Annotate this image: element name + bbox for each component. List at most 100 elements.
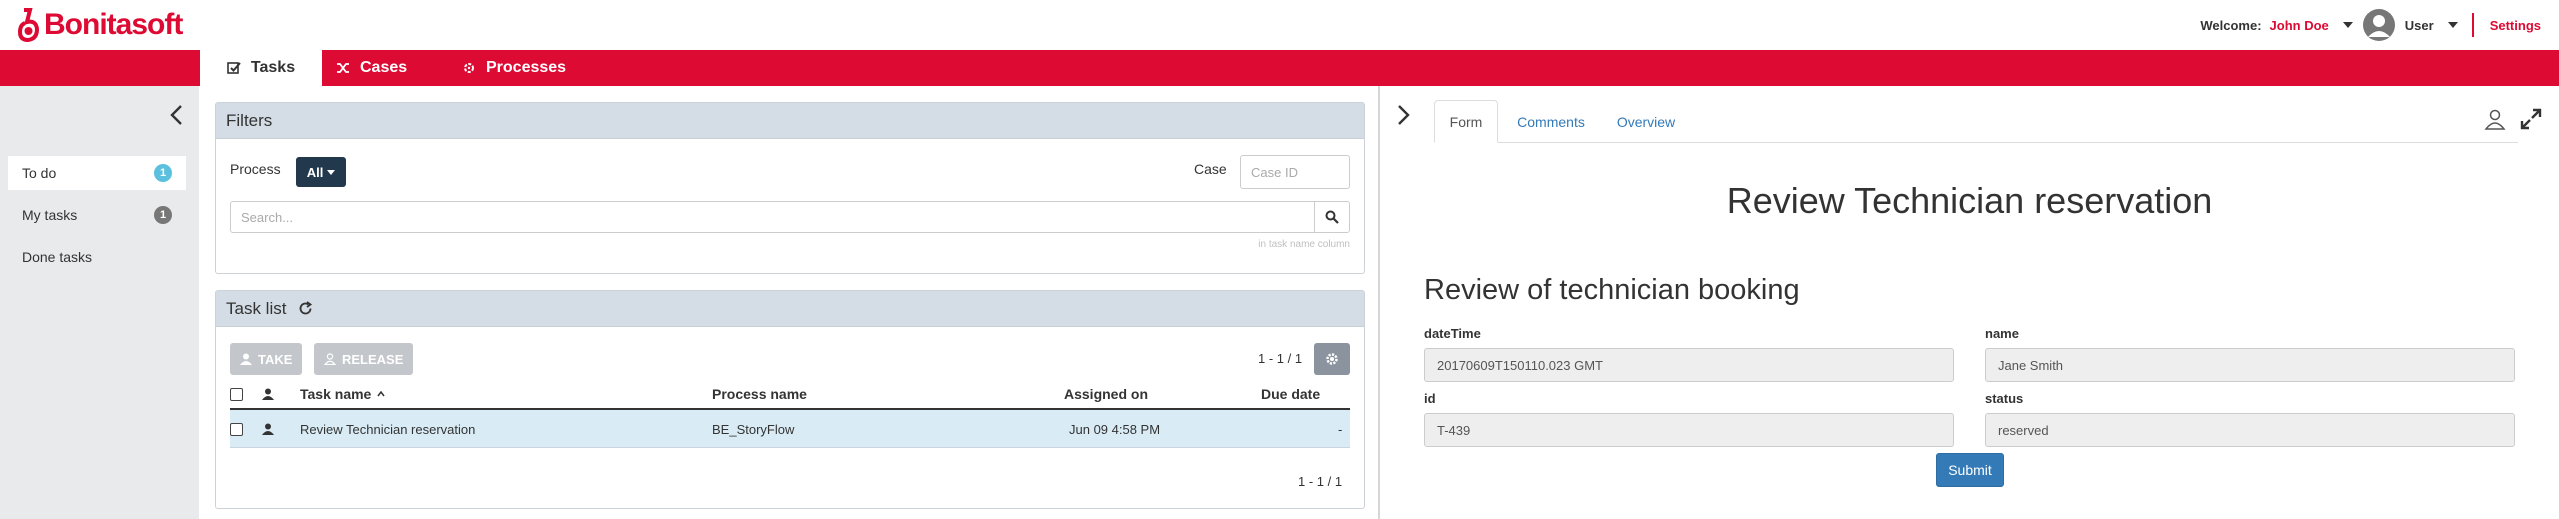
main-nav: Tasks Cases Processes: [0, 50, 2559, 86]
user-icon: [262, 388, 274, 400]
sidebar-item-label: My tasks: [22, 207, 78, 223]
my-tasks-count-badge: 1: [154, 206, 172, 224]
assignee-column-header: [262, 381, 274, 407]
expand-icon: [2520, 108, 2542, 130]
user-name-link[interactable]: John Doe: [2270, 18, 2329, 33]
tab-overview[interactable]: Overview: [1604, 100, 1688, 143]
name-label: name: [1985, 326, 2019, 341]
todo-count-badge: 1: [154, 164, 172, 182]
column-header-process-name[interactable]: Process name: [712, 381, 807, 407]
filters-header: Filters: [216, 103, 1364, 139]
chevron-right-icon: [1398, 105, 1410, 125]
user-outline-icon: [2484, 109, 2506, 130]
pager-top: 1 - 1 / 1: [1258, 351, 1303, 366]
table-row[interactable]: Review Technician reservation BE_StoryFl…: [230, 410, 1350, 448]
task-list-panel: Task list TAKE RELEASE 1 - 1 / 1 Task na…: [215, 290, 1365, 509]
tab-tasks-label: Tasks: [250, 59, 296, 76]
cogs-icon: [464, 63, 474, 73]
collapse-detail-button[interactable]: [1396, 104, 1412, 131]
column-header-label: Process name: [712, 386, 807, 402]
process-label: Process: [230, 161, 281, 177]
task-list-title: Task list: [226, 298, 287, 318]
column-header-assigned-on[interactable]: Assigned on: [1064, 381, 1148, 407]
search-input[interactable]: Search...: [230, 201, 1315, 233]
top-header: Bonitasoft Welcome: John Doe User Settin…: [0, 0, 2559, 50]
search-button[interactable]: [1314, 201, 1350, 233]
sidebar-item-my-tasks[interactable]: My tasks 1: [8, 198, 186, 232]
welcome-label: Welcome:: [2200, 17, 2262, 33]
bonita-logo-icon: [17, 8, 40, 43]
column-header-label: Task name: [300, 386, 372, 402]
sidebar-item-todo[interactable]: To do 1: [8, 156, 186, 190]
refresh-icon[interactable]: [298, 301, 313, 316]
take-label: TAKE: [258, 351, 293, 367]
take-button[interactable]: TAKE: [230, 343, 303, 375]
case-id-input[interactable]: Case ID: [1240, 155, 1350, 189]
sidebar-item-label: To do: [22, 165, 57, 181]
tab-processes[interactable]: Processes: [462, 50, 566, 86]
row-checkbox[interactable]: [230, 410, 243, 448]
submit-button[interactable]: Submit: [1936, 453, 2004, 487]
tab-comments-label: Comments: [1517, 113, 1585, 130]
name-field[interactable]: Jane Smith: [1985, 348, 2515, 382]
task-list-header: Task list: [216, 291, 1364, 327]
row-assignee: [262, 410, 274, 448]
form-subtitle: Review of technician booking: [1424, 274, 1800, 306]
column-header-label: Assigned on: [1064, 386, 1149, 402]
status-field[interactable]: reserved: [1985, 413, 2515, 447]
tab-cases-label: Cases: [360, 59, 408, 76]
pager-bottom: 1 - 1 / 1: [1298, 474, 1343, 489]
tab-overview-label: Overview: [1616, 113, 1676, 130]
column-header-due-date[interactable]: Due date: [1261, 381, 1320, 407]
filters-panel: Filters Process All Case Case ID Search.…: [215, 102, 1365, 274]
bonitasoft-logo[interactable]: Bonitasoft: [17, 6, 183, 44]
id-label: id: [1424, 391, 1436, 406]
column-header-task-name[interactable]: Task name: [300, 381, 385, 407]
header-divider: [2471, 13, 2474, 37]
tab-processes-label: Processes: [486, 59, 567, 76]
tab-comments[interactable]: Comments: [1506, 100, 1596, 143]
id-field[interactable]: T-439: [1424, 413, 1954, 447]
search-icon: [1325, 210, 1339, 224]
process-filter-value: All: [306, 164, 324, 180]
shuffle-icon: [337, 63, 349, 73]
check-square-icon: [227, 62, 241, 74]
fullscreen-button[interactable]: [2520, 108, 2542, 135]
user-icon: [240, 353, 252, 365]
select-all-checkbox[interactable]: [230, 381, 243, 407]
tab-cases[interactable]: Cases: [336, 50, 407, 86]
pane-divider: [1378, 86, 1380, 519]
table-settings-button[interactable]: [1314, 343, 1350, 375]
user-menu-caret-icon[interactable]: [2342, 22, 2353, 28]
sidebar-item-label: Done tasks: [22, 249, 93, 265]
sort-ascending-icon: [377, 391, 385, 397]
avatar[interactable]: [2362, 9, 2395, 41]
release-label: RELEASE: [342, 351, 404, 367]
due-date-cell: -: [1338, 421, 1343, 437]
profile-caret-icon[interactable]: [2447, 22, 2458, 28]
collapse-sidebar-button[interactable]: [168, 104, 184, 131]
assigned-on-cell: Jun 09 4:58 PM: [1069, 421, 1161, 437]
user-icon: [262, 423, 274, 435]
tabs-divider: [1434, 142, 2518, 143]
column-header-label: Due date: [1261, 386, 1321, 402]
release-button[interactable]: RELEASE: [314, 343, 414, 375]
tab-form-label: Form: [1449, 113, 1483, 130]
user-outline-icon: [324, 353, 336, 365]
sidebar: To do 1 My tasks 1 Done tasks: [0, 86, 199, 519]
settings-link[interactable]: Settings: [2490, 18, 2541, 33]
gear-icon: [1326, 353, 1338, 365]
profile-label[interactable]: User: [2405, 18, 2434, 33]
process-filter-dropdown[interactable]: All: [296, 157, 346, 187]
chevron-down-icon: [327, 169, 336, 175]
checkbox: [230, 387, 243, 401]
task-name-cell[interactable]: Review Technician reservation: [300, 410, 475, 448]
tab-tasks[interactable]: Tasks: [200, 50, 322, 86]
case-label: Case: [1194, 161, 1227, 177]
sidebar-item-done-tasks[interactable]: Done tasks: [8, 240, 186, 274]
form-title: Review Technician reservation: [1726, 180, 2213, 221]
tab-form[interactable]: Form: [1434, 100, 1498, 143]
search-hint: in task name column: [1258, 239, 1350, 250]
assign-user-button[interactable]: [2484, 108, 2506, 135]
datetime-field[interactable]: 20170609T150110.023 GMT: [1424, 348, 1954, 382]
